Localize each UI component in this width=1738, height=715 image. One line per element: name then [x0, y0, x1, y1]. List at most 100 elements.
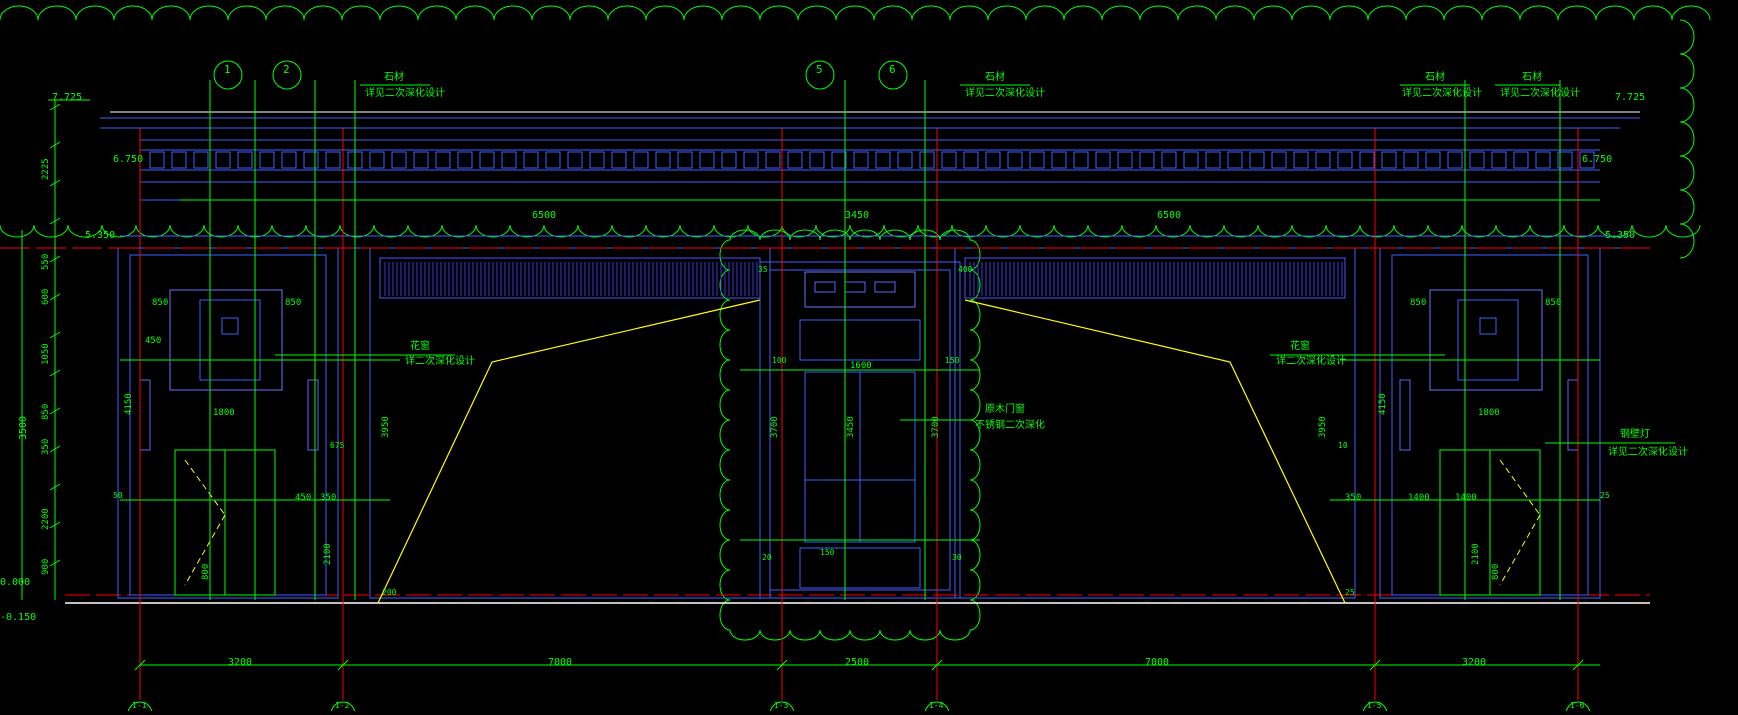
- left-stack-dim: 600: [41, 289, 51, 305]
- cad-drawing-canvas[interactable]: 1 2 5 6 7.725 7.725 6.750 6.750 5.350 5.…: [0, 0, 1738, 715]
- bubble-label: 6: [889, 63, 896, 76]
- bottom-dim-3: 2500: [845, 657, 869, 668]
- small-dim: 10: [1338, 441, 1348, 450]
- note-stone-c: 石材: [1425, 70, 1445, 83]
- bottom-dim-2: 7000: [548, 657, 572, 668]
- note-window-right: 花窗: [1290, 339, 1310, 352]
- vertical-dim: 2100: [323, 543, 333, 565]
- elevation-drawing: 1 2 5 6 7.725 7.725 6.750 6.750 5.350 5.…: [0, 5, 1711, 715]
- note-stone-b-desc: 详见二次深化设计: [965, 86, 1045, 99]
- bottom-dim-4: 7000: [1145, 657, 1169, 668]
- note-door: 原木门窗: [985, 402, 1025, 415]
- bubble-label: 5: [816, 63, 823, 76]
- axis-tag-label: 1-4: [929, 701, 944, 710]
- note-stone-d: 石材: [1522, 70, 1542, 83]
- left-gate-frame: [369, 247, 771, 599]
- left-pier: [117, 247, 339, 599]
- bubble-label: 2: [283, 63, 290, 76]
- grid-axes: [0, 128, 1650, 700]
- grid-bubble-6[interactable]: 6: [878, 60, 908, 90]
- pier-dim: 1600: [850, 361, 872, 371]
- small-dim: 30: [952, 553, 962, 562]
- left-stack-dim: 1050: [41, 343, 51, 365]
- small-dim: 150: [945, 356, 960, 365]
- sliding-gate-lines: [377, 299, 1346, 604]
- pier-dim: 850: [1545, 298, 1561, 308]
- vertical-dim: 800: [201, 564, 211, 580]
- small-dim: 25: [1600, 491, 1610, 500]
- small-dim: 50: [113, 491, 123, 500]
- axis-tag-label: 1-6: [1570, 701, 1585, 710]
- left-total-dim: 3500: [18, 416, 29, 440]
- level-zero: 0.000: [0, 577, 30, 588]
- vertical-dim: 3950: [1318, 416, 1328, 438]
- vertical-dim: 3700: [770, 416, 780, 438]
- small-dim: 20: [762, 553, 772, 562]
- pier-dim: 450: [295, 493, 311, 503]
- axis-tag-label: 1-5: [1367, 701, 1382, 710]
- left-stack-dim: 350: [41, 439, 51, 455]
- vertical-dim: 800: [1491, 564, 1501, 580]
- note-window-left: 花窗: [410, 339, 430, 352]
- level-cornice-left: 6.750: [113, 154, 143, 165]
- note-stone-a: 石材: [384, 70, 404, 83]
- bubble-label: 1: [224, 63, 231, 76]
- axis-tag-label: 1-1: [132, 701, 147, 710]
- pier-dim: 850: [1410, 298, 1426, 308]
- small-dim: 675: [330, 441, 345, 450]
- pier-dim: 1800: [1478, 408, 1500, 418]
- center-door: [759, 261, 961, 599]
- level-mid-right: 5.350: [1605, 230, 1635, 241]
- pier-dims: 850 850 850 850 450 450 350 350 1400 1400 1800 1800…: [145, 298, 1561, 503]
- small-dim: 25: [1345, 588, 1355, 597]
- pier-dim: 850: [285, 298, 301, 308]
- grid-bubble-5[interactable]: 5: [805, 60, 835, 90]
- grid-bubble-2[interactable]: 2: [272, 60, 302, 90]
- level-top-left: 7.725: [52, 92, 82, 103]
- pier-dim: 350: [1345, 493, 1361, 503]
- pier-dim: 1400: [1408, 493, 1430, 503]
- note-stone-d-desc: 详见二次深化设计: [1500, 86, 1580, 99]
- small-dim: 150: [820, 548, 835, 557]
- gate-slats: [384, 262, 1343, 296]
- bottom-dim-5: 3200: [1462, 657, 1486, 668]
- vertical-dim: 4150: [124, 393, 134, 415]
- upper-dim-3: 6500: [1157, 210, 1181, 221]
- left-stack-dim: 850: [41, 404, 51, 420]
- dentil-row: [149, 151, 1595, 169]
- level-cornice-right: 6.750: [1582, 154, 1612, 165]
- left-stack-dim: 550: [41, 254, 51, 270]
- roof-cornice: [100, 111, 1640, 249]
- pier-dim: 450: [145, 336, 161, 346]
- note-stone-c-desc: 详见二次深化设计: [1402, 86, 1482, 99]
- level-below: -0.150: [0, 612, 36, 623]
- left-stack-dim: 900: [41, 559, 51, 575]
- vertical-dim: 3950: [381, 416, 391, 438]
- vertical-dim: 3450: [846, 416, 856, 438]
- grid-bubble-1[interactable]: 1: [213, 60, 243, 90]
- upper-dim-2: 3450: [845, 210, 869, 221]
- note-wall-light-desc: 详见二次深化设计: [1608, 445, 1688, 458]
- left-stack-dim: 2200: [41, 508, 51, 530]
- vertical-dim: 2100: [1471, 543, 1481, 565]
- left-dim-stack: 2225 550 600 1050 850 350 2200 900: [41, 158, 51, 575]
- small-dim: 100: [772, 356, 787, 365]
- upper-dim-1: 6500: [532, 210, 556, 221]
- note-window-left-desc: 详二次深化设计: [405, 354, 475, 367]
- pier-dim: 1400: [1455, 493, 1477, 503]
- note-window-right-desc: 详二次深化设计: [1276, 354, 1346, 367]
- small-dim: 200: [382, 588, 397, 597]
- dimension-ticks: [49, 103, 1584, 671]
- note-stone-a-desc: 详见二次深化设计: [365, 86, 445, 99]
- left-stack-dim: 2225: [41, 158, 51, 180]
- small-dim: 35: [758, 265, 768, 274]
- vertical-dim: 4150: [1378, 393, 1388, 415]
- axis-tag-label: 1-2: [335, 701, 350, 710]
- level-top-right: 7.725: [1615, 92, 1645, 103]
- pier-dim: 850: [152, 298, 168, 308]
- bottom-dim-1: 3200: [228, 657, 252, 668]
- note-door-desc: 不锈钢二次深化: [975, 418, 1045, 431]
- note-stone-b: 石材: [985, 70, 1005, 83]
- pier-dim: 350: [320, 493, 336, 503]
- pier-dim: 1800: [213, 408, 235, 418]
